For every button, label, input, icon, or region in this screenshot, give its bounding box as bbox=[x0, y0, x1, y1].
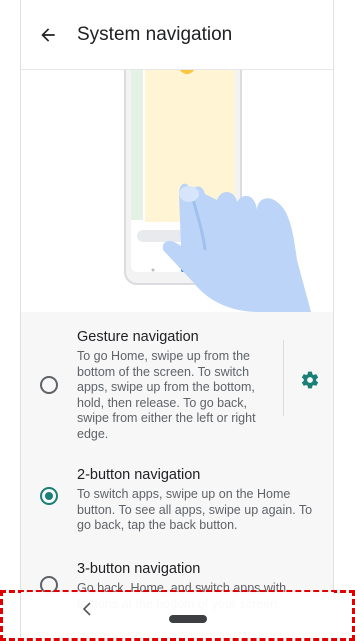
divider bbox=[283, 340, 284, 416]
option-title: 3-button navigation bbox=[77, 561, 201, 577]
navigation-options: Gesture navigation To go Home, swipe up … bbox=[21, 312, 333, 611]
chevron-left-icon bbox=[82, 602, 91, 616]
option-gesture-navigation[interactable]: Gesture navigation To go Home, swipe up … bbox=[21, 328, 333, 442]
radio-gesture-navigation[interactable] bbox=[40, 376, 58, 394]
navigation-bar bbox=[21, 592, 334, 638]
settings-screen: System navigation Gesture navigation To … bbox=[20, 0, 334, 641]
arrow-left-icon bbox=[41, 27, 55, 42]
option-title: 2-button navigation bbox=[77, 467, 201, 483]
option-description: To switch apps, swipe up on the Home but… bbox=[77, 487, 313, 532]
page-title: System navigation bbox=[77, 23, 233, 45]
gear-icon bbox=[301, 371, 319, 389]
home-pill-icon[interactable] bbox=[169, 615, 207, 623]
back-nav-button[interactable] bbox=[81, 601, 93, 622]
toolbar: System navigation bbox=[21, 0, 333, 70]
radio-2-button-navigation[interactable] bbox=[40, 487, 58, 505]
gesture-settings-button[interactable] bbox=[297, 367, 323, 393]
back-button[interactable] bbox=[21, 0, 75, 70]
gesture-illustration bbox=[21, 55, 333, 312]
option-description: To go Home, swipe up from the bottom of … bbox=[77, 349, 256, 441]
option-2-button-navigation[interactable]: 2-button navigation To switch apps, swip… bbox=[21, 466, 333, 534]
option-title: Gesture navigation bbox=[77, 329, 199, 345]
navigation-bar-highlight bbox=[0, 590, 355, 641]
